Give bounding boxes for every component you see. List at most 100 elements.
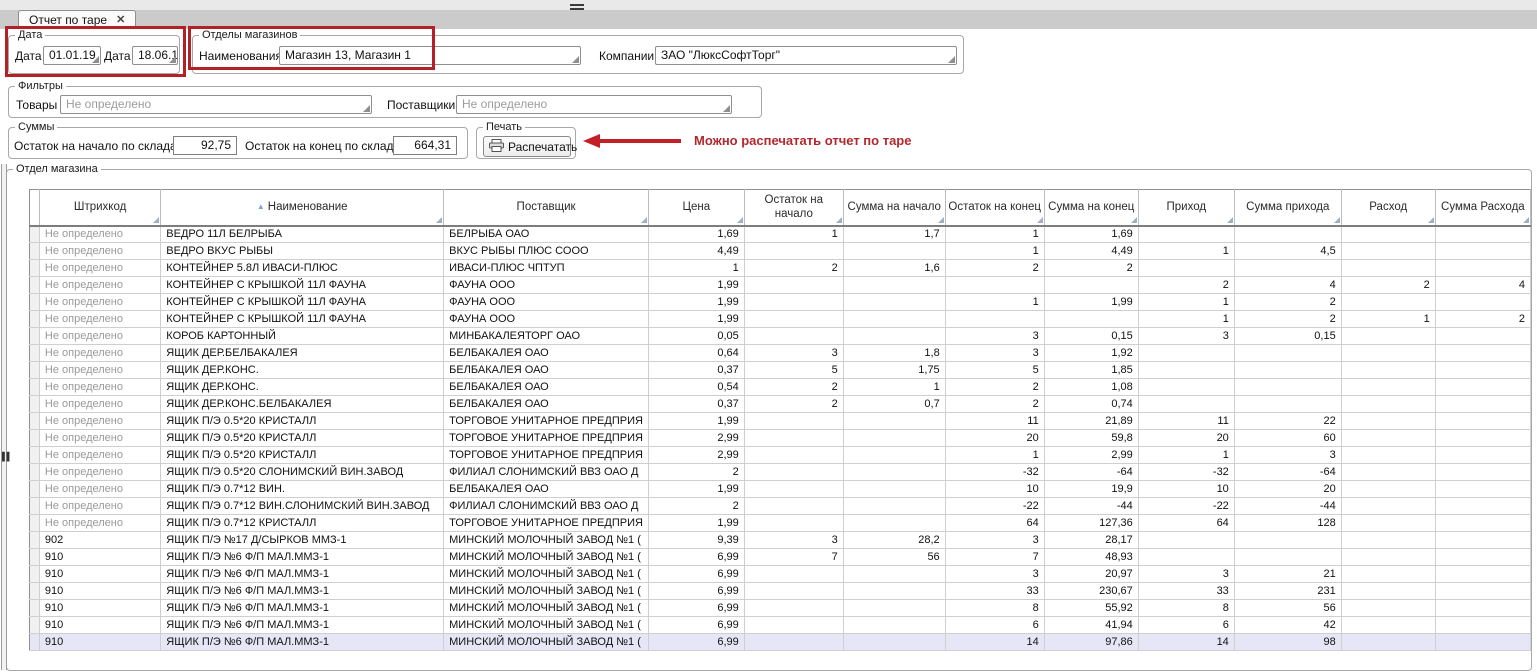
- companies-input[interactable]: ЗАО "ЛюксСофтТорг": [655, 46, 957, 65]
- cell-income: 1: [1138, 311, 1234, 328]
- date-group-legend: Дата: [15, 29, 45, 41]
- vertical-splitter[interactable]: ▌▌: [1, 164, 7, 670]
- column-header-expense[interactable]: Расход: [1341, 190, 1435, 226]
- cell-sum-begin: 28,2: [843, 532, 945, 549]
- column-header-sum-expense[interactable]: Сумма Расхода: [1435, 190, 1530, 226]
- column-header-sum-income[interactable]: Сумма прихода: [1234, 190, 1341, 226]
- cell-sum-end: 21,89: [1044, 413, 1138, 430]
- cell-sum-expense: [1435, 345, 1530, 362]
- cell-income: -22: [1138, 498, 1234, 515]
- cell-sum-end: 2,99: [1044, 447, 1138, 464]
- table-row[interactable]: Не определеноЯЩИК П/Э 0.7*12 ВИН.СЛОНИМС…: [30, 498, 1531, 515]
- cell-sum-expense: [1435, 396, 1530, 413]
- names-label: Наименования: [199, 49, 282, 63]
- table-row[interactable]: 902ЯЩИК П/Э №17 Д/СЫРКОВ ММЗ-1МИНСКИЙ МО…: [30, 532, 1531, 549]
- print-button[interactable]: Распечатать: [483, 136, 571, 157]
- cell-supplier: МИНСКИЙ МОЛОЧНЫЙ ЗАВОД №1 (: [444, 617, 649, 634]
- table-row[interactable]: Не определеноЯЩИК ДЕР.КОНС.БЕЛБАКАЛЕЯ ОА…: [30, 379, 1531, 396]
- table-row[interactable]: Не определеноЯЩИК ДЕР.КОНС.БЕЛБАКАЛЕЯ ОА…: [30, 362, 1531, 379]
- cell-sum-income: 0,15: [1234, 328, 1341, 345]
- cell-sum-end: 48,93: [1044, 549, 1138, 566]
- cell-supplier: БЕЛБАКАЛЕЯ ОАО: [444, 362, 649, 379]
- date-to-input[interactable]: 18.06.19: [132, 46, 178, 65]
- cell-sum-income: [1234, 226, 1341, 243]
- cell-name: КОНТЕЙНЕР С КРЫШКОЙ 11Л ФАУНА: [161, 277, 444, 294]
- table-row[interactable]: Не определеноВЕДРО 11Л БЕЛРЫБАБЕЛРЫБА ОА…: [30, 226, 1531, 243]
- table-row[interactable]: Не определеноЯЩИК П/Э 0.7*12 ВИН.БЕЛБАКА…: [30, 481, 1531, 498]
- cell-income: [1138, 396, 1234, 413]
- table-row[interactable]: 910ЯЩИК П/Э №6 Ф/П МАЛ.ММЗ-1МИНСКИЙ МОЛО…: [30, 566, 1531, 583]
- table-row[interactable]: Не определеноЯЩИК ДЕР.КОНС.БЕЛБАКАЛЕЯБЕЛ…: [30, 396, 1531, 413]
- date-from-input[interactable]: 01.01.19: [43, 46, 101, 65]
- column-header-sum-begin[interactable]: Сумма на начало: [843, 190, 945, 226]
- cell-sum-begin: 1,6: [843, 260, 945, 277]
- column-header-sum-end[interactable]: Сумма на конец: [1044, 190, 1138, 226]
- cell-rest-begin: 2: [744, 260, 843, 277]
- cell-rest-begin: [744, 617, 843, 634]
- table-row[interactable]: Не определеноЯЩИК П/Э 0.7*12 КРИСТАЛЛТОР…: [30, 515, 1531, 532]
- column-header-rest-begin[interactable]: Остаток на начало: [744, 190, 843, 226]
- cell-sum-end: [1044, 277, 1138, 294]
- table-row[interactable]: 910ЯЩИК П/Э №6 Ф/П МАЛ.ММЗ-1МИНСКИЙ МОЛО…: [30, 617, 1531, 634]
- cell-sum-income: 98: [1234, 634, 1341, 651]
- row-indicator-cell: [30, 277, 40, 294]
- table-row[interactable]: 910ЯЩИК П/Э №6 Ф/П МАЛ.ММЗ-1МИНСКИЙ МОЛО…: [30, 634, 1531, 651]
- cell-rest-end: 3: [945, 328, 1044, 345]
- column-header-label: Сумма Расхода: [1441, 201, 1525, 213]
- table-row[interactable]: Не определеноКОНТЕЙНЕР 5.8Л ИВАСИ-ПЛЮСИВ…: [30, 260, 1531, 277]
- cell-income: 14: [1138, 634, 1234, 651]
- cell-rest-begin: [744, 498, 843, 515]
- cell-sum-income: -44: [1234, 498, 1341, 515]
- cell-income: 64: [1138, 515, 1234, 532]
- row-indicator-cell: [30, 379, 40, 396]
- cell-name: ЯЩИК П/Э 0.5*20 КРИСТАЛЛ: [161, 447, 444, 464]
- cell-sum-begin: 1: [843, 379, 945, 396]
- cell-income: [1138, 345, 1234, 362]
- cell-barcode: 910: [39, 583, 160, 600]
- row-indicator-cell: [30, 345, 40, 362]
- cell-expense: [1341, 328, 1435, 345]
- cell-sum-begin: 1,8: [843, 345, 945, 362]
- cell-expense: [1341, 379, 1435, 396]
- date-to-label: Дата: [104, 49, 131, 63]
- column-header-supplier[interactable]: Поставщик: [444, 190, 649, 226]
- table-row[interactable]: Не определеноКОРОБ КАРТОННЫЙМИНБАКАЛЕЯТО…: [30, 328, 1531, 345]
- sums-group-legend: Суммы: [15, 121, 57, 133]
- cell-income: 2: [1138, 277, 1234, 294]
- cell-price: 1,99: [648, 481, 744, 498]
- table-row[interactable]: Не определеноКОНТЕЙНЕР С КРЫШКОЙ 11Л ФАУ…: [30, 294, 1531, 311]
- table-row[interactable]: Не определеноКОНТЕЙНЕР С КРЫШКОЙ 11Л ФАУ…: [30, 277, 1531, 294]
- cell-sum-begin: [843, 464, 945, 481]
- cell-supplier: ИВАСИ-ПЛЮС ЧПТУП: [444, 260, 649, 277]
- cell-income: 1: [1138, 447, 1234, 464]
- column-header-rest-end[interactable]: Остаток на конец: [945, 190, 1044, 226]
- cell-sum-expense: [1435, 243, 1530, 260]
- column-header-price[interactable]: Цена: [648, 190, 744, 226]
- column-header-barcode[interactable]: Штрихкод: [39, 190, 160, 226]
- table-row[interactable]: 910ЯЩИК П/Э №6 Ф/П МАЛ.ММЗ-1МИНСКИЙ МОЛО…: [30, 600, 1531, 617]
- table-row[interactable]: Не определеноЯЩИК П/Э 0.5*20 КРИСТАЛЛТОР…: [30, 413, 1531, 430]
- row-indicator-cell: [30, 311, 40, 328]
- tab-report[interactable]: Отчет по таре ✕: [18, 10, 136, 29]
- cell-price: 1,69: [648, 226, 744, 243]
- suppliers-input[interactable]: Не определено: [456, 95, 732, 114]
- table-row[interactable]: Не определеноЯЩИК П/Э 0.5*20 КРИСТАЛЛТОР…: [30, 447, 1531, 464]
- column-header-income[interactable]: Приход: [1138, 190, 1234, 226]
- goods-input[interactable]: Не определено: [60, 95, 372, 114]
- close-icon[interactable]: ✕: [116, 15, 125, 26]
- table-row[interactable]: 910ЯЩИК П/Э №6 Ф/П МАЛ.ММЗ-1МИНСКИЙ МОЛО…: [30, 583, 1531, 600]
- table-row[interactable]: Не определеноВЕДРО ВКУС РЫБЫВКУС РЫБЫ ПЛ…: [30, 243, 1531, 260]
- names-input[interactable]: Магазин 13, Магазин 1: [279, 46, 581, 65]
- table-row[interactable]: 910ЯЩИК П/Э №6 Ф/П МАЛ.ММЗ-1МИНСКИЙ МОЛО…: [30, 549, 1531, 566]
- table-row[interactable]: Не определеноЯЩИК ДЕР.БЕЛБАКАЛЕЯБЕЛБАКАЛ…: [30, 345, 1531, 362]
- cell-supplier: БЕЛБАКАЛЕЯ ОАО: [444, 345, 649, 362]
- cell-rest-begin: [744, 277, 843, 294]
- cell-sum-expense: [1435, 549, 1530, 566]
- cell-name: ЯЩИК П/Э №6 Ф/П МАЛ.ММЗ-1: [161, 549, 444, 566]
- table-row[interactable]: Не определеноЯЩИК П/Э 0.5*20 СЛОНИМСКИЙ …: [30, 464, 1531, 481]
- column-header-name[interactable]: ▲Наименование: [161, 190, 444, 226]
- cell-name: ЯЩИК ДЕР.КОНС.БЕЛБАКАЛЕЯ: [161, 396, 444, 413]
- table-row[interactable]: Не определеноКОНТЕЙНЕР С КРЫШКОЙ 11Л ФАУ…: [30, 311, 1531, 328]
- menu-grip-icon[interactable]: [570, 2, 584, 10]
- table-row[interactable]: Не определеноЯЩИК П/Э 0.5*20 КРИСТАЛЛТОР…: [30, 430, 1531, 447]
